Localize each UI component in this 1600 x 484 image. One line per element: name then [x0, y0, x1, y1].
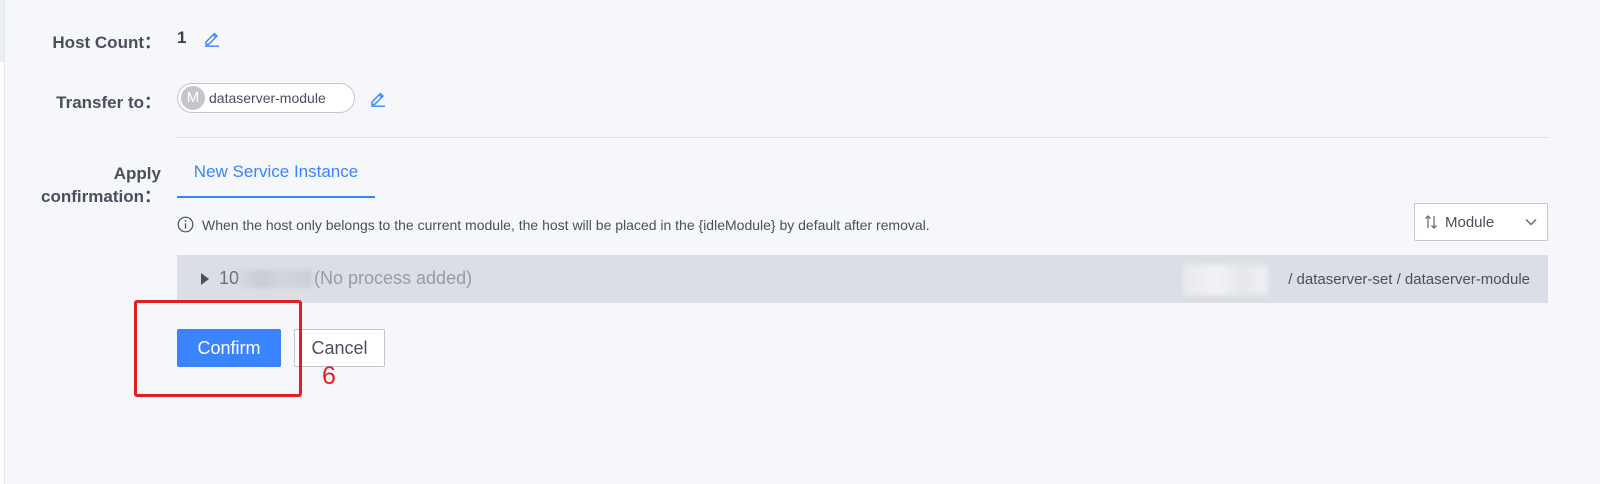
host-count-label: Host Count： [52, 33, 161, 52]
section-divider [177, 137, 1549, 138]
module-tag-name: dataserver-module [209, 90, 326, 106]
transfer-to-edit-icon[interactable] [369, 89, 387, 107]
host-ip: 10 [219, 268, 240, 288]
tab-label: New Service Instance [193, 162, 359, 181]
sort-select-value: Module [1445, 214, 1495, 231]
annotation-step-number: 6 [322, 362, 336, 390]
host-count-edit-icon[interactable] [203, 29, 221, 47]
expand-arrow-icon[interactable] [201, 273, 209, 285]
transfer-confirm-panel: Host Count： 1 Transfer to： M dataserver-… [4, 0, 1600, 484]
tab-new-service-instance[interactable]: New Service Instance [177, 150, 375, 198]
host-row[interactable]: 10 (No process added) / dataserver-set /… [177, 255, 1548, 303]
apply-confirmation-label-line2: confirmation： [41, 187, 161, 206]
page: Host Count： 1 Transfer to： M dataserver-… [0, 0, 1600, 484]
host-count-value: 1 [177, 28, 187, 47]
apply-confirmation-label: Apply confirmation： [5, 162, 161, 208]
chevron-down-icon [1525, 218, 1537, 226]
module-tag-avatar: M [181, 86, 205, 110]
annotation-highlight-box [134, 300, 302, 397]
cancel-button[interactable]: Cancel [294, 329, 385, 367]
ip-redaction [240, 270, 312, 288]
sort-select[interactable]: Module [1414, 203, 1548, 241]
module-tag: M dataserver-module [177, 83, 355, 113]
transfer-to-label: Transfer to： [56, 93, 161, 112]
info-message: When the host only belongs to the curren… [202, 217, 930, 233]
info-circle-icon [177, 216, 194, 233]
apply-confirmation-label-line1: Apply [113, 164, 161, 183]
host-process-status: (No process added) [314, 268, 473, 288]
host-module-path: / dataserver-set / dataserver-module [1288, 271, 1530, 288]
path-redaction [1183, 265, 1267, 295]
sort-icon [1425, 215, 1437, 229]
